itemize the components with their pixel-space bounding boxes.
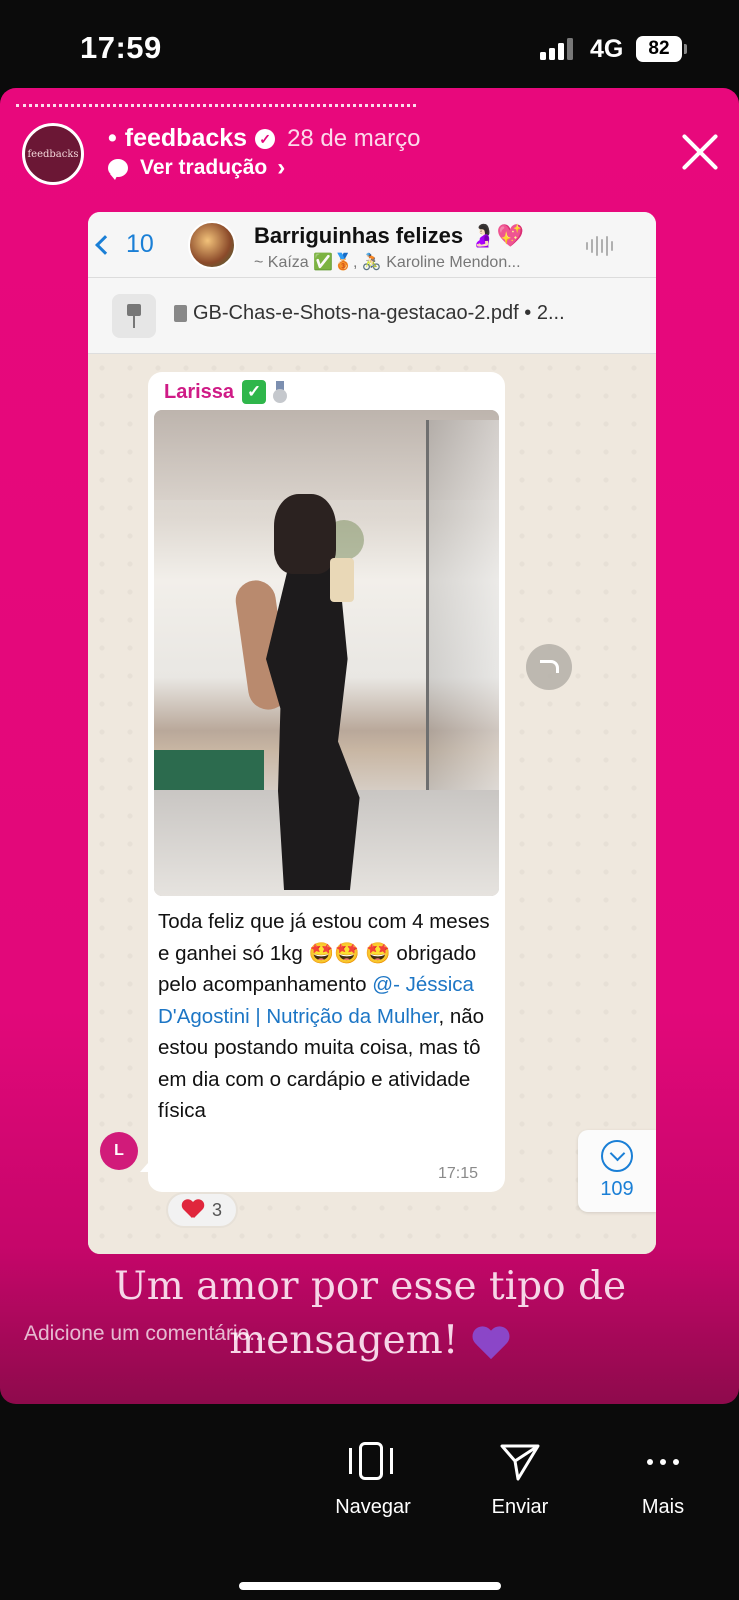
sender-name: Larissa — [164, 380, 235, 403]
message-bubble: Larissa ✓ Toda feliz que já estou com 4 … — [148, 372, 505, 1192]
group-avatar — [188, 221, 236, 269]
verified-icon: ✓ — [255, 128, 276, 149]
story-username[interactable]: feedbacks — [125, 124, 247, 153]
forward-icon — [526, 644, 572, 690]
story-card[interactable]: feedbacks • feedbacks ✓ 28 de março Ver … — [0, 88, 739, 1404]
purple-heart-icon — [471, 1325, 511, 1361]
group-name: Barriguinhas felizes 🤰🏻💖 — [254, 223, 524, 248]
chevron-left-icon — [95, 234, 115, 255]
story-date: 28 de março — [287, 124, 421, 152]
chat-header: 10 Barriguinhas felizes 🤰🏻💖 ~ Kaíza ✅🥉, … — [88, 212, 656, 278]
pinned-message-bar: GB-Chas-e-Shots-na-gestacao-2.pdf • 2... — [88, 278, 656, 354]
unread-count: 109 — [600, 1178, 634, 1200]
more-icon — [641, 1442, 685, 1482]
pin-icon — [112, 294, 156, 338]
story-caption: Um amor por esse tipo de mensagem! — [20, 1260, 720, 1368]
chat-area: Larissa ✓ Toda feliz que já estou com 4 … — [88, 354, 656, 1254]
bottom-action-bar: Navegar Enviar Mais — [0, 1404, 739, 1600]
home-indicator[interactable] — [239, 1582, 501, 1590]
navigate-icon — [348, 1442, 398, 1482]
whatsapp-screenshot: 10 Barriguinhas felizes 🤰🏻💖 ~ Kaíza ✅🥉, … — [88, 212, 656, 1254]
status-bar: 17:59 4G 82 — [0, 0, 739, 90]
close-icon[interactable] — [678, 130, 722, 174]
translate-label: Ver tradução — [140, 156, 268, 179]
translate-link[interactable]: Ver tradução › — [108, 154, 285, 182]
back-button: 10 — [95, 230, 154, 259]
send-icon — [500, 1444, 540, 1481]
scroll-down-button: 109 — [578, 1130, 656, 1212]
message-time: 17:15 — [438, 1165, 479, 1182]
navigate-label: Navegar — [335, 1496, 411, 1518]
group-members: ~ Kaíza ✅🥉, 🚴🏻 Karoline Mendon... — [254, 254, 521, 271]
message-photo — [154, 410, 499, 896]
heart-icon — [182, 1200, 204, 1220]
caption-text: Um amor por esse tipo de mensagem! — [113, 1264, 627, 1363]
reaction-pill: 3 — [166, 1192, 238, 1228]
message-sender: Larissa ✓ — [164, 380, 288, 404]
audio-wave-icon — [586, 236, 614, 256]
chevron-right-icon: › — [277, 154, 286, 181]
reaction-count: 3 — [211, 1199, 222, 1220]
screen: 17:59 4G 82 feedbacks • feedbacks ✓ 28 d… — [0, 0, 739, 1600]
send-button[interactable]: Enviar — [460, 1442, 580, 1519]
pinned-file: GB-Chas-e-Shots-na-gestacao-2.pdf • 2... — [174, 302, 565, 325]
network-type: 4G — [590, 35, 624, 63]
message-text: Toda feliz que já estou com 4 meses e ga… — [158, 906, 493, 1127]
sender-avatar: L — [100, 1132, 138, 1170]
more-label: Mais — [641, 1496, 685, 1518]
send-label: Enviar — [491, 1496, 549, 1518]
speech-bubble-icon — [108, 159, 128, 180]
battery-icon: 82 — [636, 36, 682, 62]
status-time: 17:59 — [80, 30, 162, 65]
signal-icon — [540, 38, 576, 60]
profile-avatar[interactable]: feedbacks — [22, 123, 84, 185]
arrow-down-icon — [601, 1140, 633, 1172]
check-mark-icon: ✓ — [242, 380, 267, 404]
dot-separator: • — [108, 124, 117, 152]
story-progress-bar — [16, 104, 416, 107]
document-icon — [174, 305, 187, 322]
more-button[interactable]: Mais — [603, 1442, 723, 1519]
navigate-button[interactable]: Navegar — [313, 1442, 433, 1519]
pinned-file-name: GB-Chas-e-Shots-na-gestacao-2.pdf • 2... — [193, 302, 565, 324]
back-count: 10 — [126, 230, 154, 258]
medal-icon — [272, 381, 288, 403]
battery-tip — [684, 44, 687, 54]
story-header: • feedbacks ✓ 28 de março — [108, 124, 420, 153]
comment-input[interactable]: Adicione um comentário... — [24, 1322, 267, 1346]
